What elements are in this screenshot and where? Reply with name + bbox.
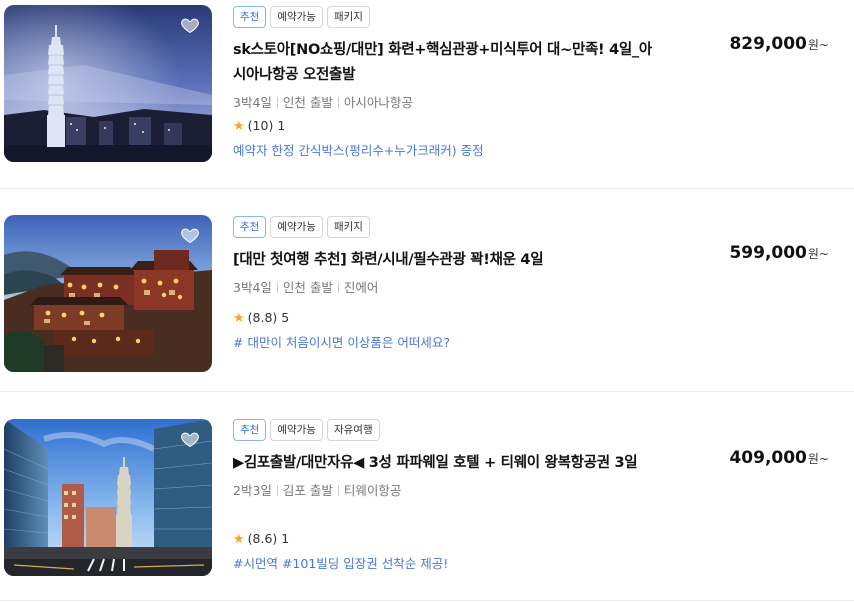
meta-separator <box>276 282 278 293</box>
product-info: 추천 예약가능 자유여행 ▶김포출발/대만자유◀ 3성 파파웨일 호텔 + 티웨… <box>233 419 663 571</box>
promo-text[interactable]: #시먼역 #101빌딩 입장권 선착순 제공! <box>233 555 448 573</box>
review-count: 5 <box>281 310 290 325</box>
rating: ★ (10) 1 <box>233 117 285 136</box>
rating-score: (8.8) <box>247 310 278 325</box>
meta-separator <box>276 485 278 496</box>
price-unit: 원~ <box>807 247 829 261</box>
product-meta: 3박4일 인천 출발 진에어 <box>233 279 663 297</box>
product-title[interactable]: sk스토아[NO쇼핑/대만] 화련+핵심관광+미식투어 대~만족! 4일_아시아… <box>233 38 663 88</box>
product-image-jiufen-village[interactable] <box>4 215 212 372</box>
star-icon: ★ <box>233 311 245 326</box>
rating: ★ (8.6) 1 <box>233 530 289 549</box>
departure-city: 인천 출발 <box>282 95 333 110</box>
tag-recommended: 추천 <box>233 6 267 28</box>
divider <box>0 600 854 601</box>
product-card[interactable]: 추천 예약가능 자유여행 ▶김포출발/대만자유◀ 3성 파파웨일 호텔 + 티웨… <box>0 392 854 599</box>
star-icon: ★ <box>233 532 245 547</box>
tag-type: 패키지 <box>326 6 370 28</box>
heart-icon[interactable] <box>180 225 200 245</box>
tag-recommended: 추천 <box>233 216 267 238</box>
product-meta: 3박4일 인천 출발 아시아나항공 <box>233 94 663 112</box>
price: 409,000원~ <box>729 448 829 468</box>
review-count: 1 <box>281 531 290 546</box>
tag-type: 자유여행 <box>326 419 380 441</box>
tag-recommended: 추천 <box>233 419 267 441</box>
promo-text[interactable]: # 대만이 처음이시면 이상품은 어떠세요? <box>233 334 450 352</box>
price-unit: 원~ <box>807 38 829 52</box>
tag-bookable: 예약가능 <box>270 419 323 441</box>
meta-separator <box>337 97 339 108</box>
product-meta: 2박3일 김포 출발 티웨이항공 <box>233 482 663 500</box>
product-card[interactable]: 추천 예약가능 패키지 sk스토아[NO쇼핑/대만] 화련+핵심관광+미식투어 … <box>0 0 854 188</box>
meta-separator <box>276 97 278 108</box>
tag-list: 추천 예약가능 패키지 <box>233 216 663 238</box>
rating-score: (10) <box>247 118 274 133</box>
product-image-taipei-101-night[interactable] <box>4 5 212 162</box>
heart-icon[interactable] <box>180 429 200 449</box>
heart-icon[interactable] <box>180 15 200 35</box>
product-image-taipei-city-day[interactable] <box>4 419 212 576</box>
tag-list: 추천 예약가능 자유여행 <box>233 419 663 441</box>
rating: ★ (8.8) 5 <box>233 309 289 328</box>
review-count: 1 <box>277 118 286 133</box>
product-card[interactable]: 추천 예약가능 패키지 [대만 첫여행 추천] 화련/시내/필수관광 꽉!채운 … <box>0 189 854 391</box>
product-list: 추천 예약가능 패키지 sk스토아[NO쇼핑/대만] 화련+핵심관광+미식투어 … <box>0 0 854 602</box>
meta-separator <box>337 485 339 496</box>
price: 599,000원~ <box>729 243 829 263</box>
product-title[interactable]: [대만 첫여행 추천] 화련/시내/필수관광 꽉!채운 4일 <box>233 248 663 273</box>
product-title[interactable]: ▶김포출발/대만자유◀ 3성 파파웨일 호텔 + 티웨이 왕복항공권 3일 <box>233 451 663 476</box>
price-amount: 599,000 <box>729 243 807 263</box>
trip-duration: 2박3일 <box>233 483 272 498</box>
tag-type: 패키지 <box>326 216 370 238</box>
price-amount: 829,000 <box>729 34 807 54</box>
departure-city: 인천 출발 <box>282 280 333 295</box>
tag-bookable: 예약가능 <box>270 6 323 28</box>
trip-duration: 3박4일 <box>233 95 272 110</box>
price: 829,000원~ <box>729 34 829 54</box>
rating-score: (8.6) <box>247 531 278 546</box>
tag-list: 추천 예약가능 패키지 <box>233 6 663 28</box>
departure-city: 김포 출발 <box>282 483 333 498</box>
product-info: 추천 예약가능 패키지 sk스토아[NO쇼핑/대만] 화련+핵심관광+미식투어 … <box>233 6 663 158</box>
airline: 티웨이항공 <box>343 483 402 498</box>
meta-separator <box>337 282 339 293</box>
promo-text[interactable]: 예약자 한정 간식박스(펑리수+누가크래커) 증정 <box>233 142 484 160</box>
tag-bookable: 예약가능 <box>270 216 323 238</box>
product-info: 추천 예약가능 패키지 [대만 첫여행 추천] 화련/시내/필수관광 꽉!채운 … <box>233 216 663 350</box>
trip-duration: 3박4일 <box>233 280 272 295</box>
star-icon: ★ <box>233 119 245 134</box>
airline: 아시아나항공 <box>343 95 413 110</box>
price-amount: 409,000 <box>729 448 807 468</box>
price-unit: 원~ <box>807 452 829 466</box>
airline: 진에어 <box>343 280 379 295</box>
